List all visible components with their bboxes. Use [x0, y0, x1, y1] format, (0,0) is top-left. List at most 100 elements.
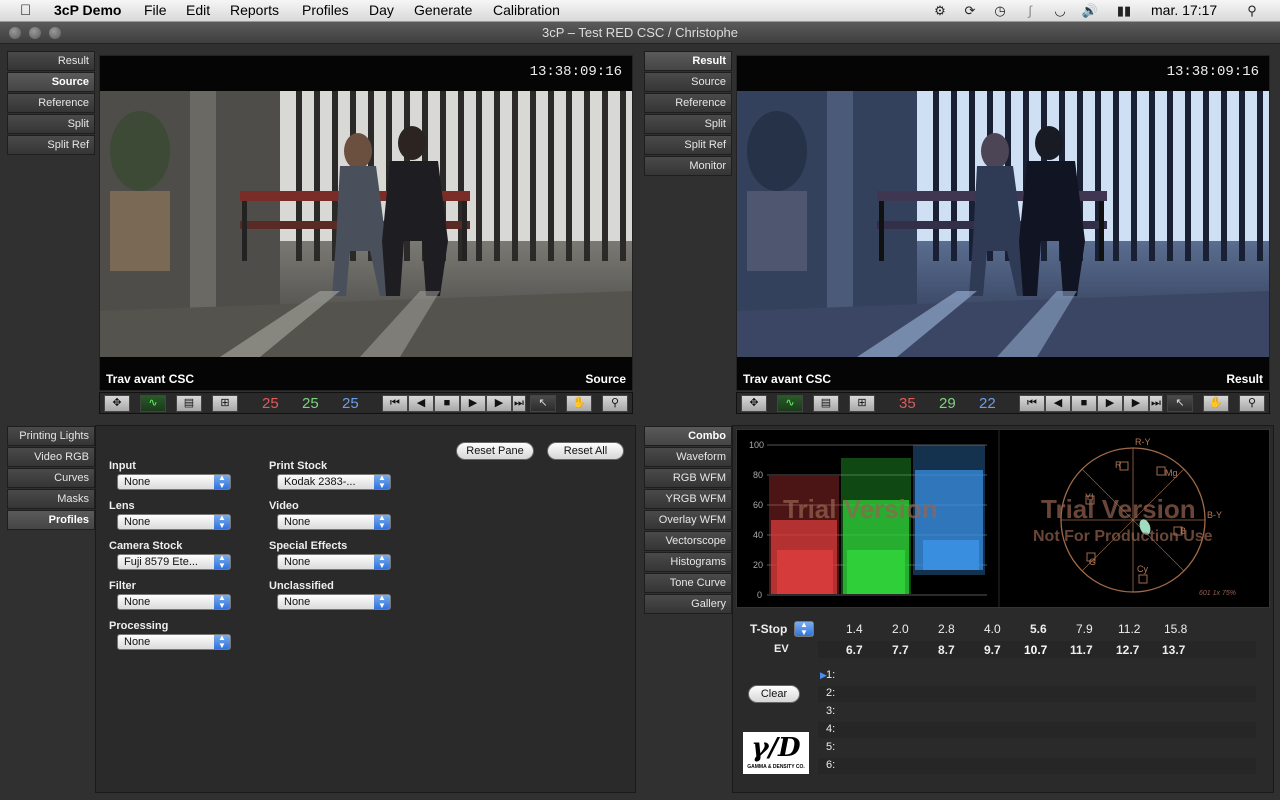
step-forward-icon[interactable]: ▶: [486, 395, 512, 412]
video-select[interactable]: None ▲ ▼: [277, 514, 391, 530]
scope-tab-gallery[interactable]: Gallery: [644, 594, 732, 614]
close-window-button[interactable]: [9, 27, 21, 39]
tstop-select[interactable]: ▲ ▼: [794, 621, 814, 637]
scope-tab-combo[interactable]: Combo: [644, 426, 732, 446]
menu-app-name[interactable]: 3cP Demo: [54, 2, 121, 18]
input-select[interactable]: None ▲ ▼: [117, 474, 231, 490]
scope-tab-rgb-wfm[interactable]: RGB WFM: [644, 468, 732, 488]
history-row[interactable]: 3:: [818, 704, 1256, 720]
scope-tab-waveform[interactable]: Waveform: [644, 447, 732, 467]
history-row-label: 1:: [826, 669, 836, 681]
step-back-icon[interactable]: ◀: [408, 395, 434, 412]
left-view-reference-button[interactable]: Reference: [7, 93, 95, 113]
waveform-toggle-icon[interactable]: ∿: [140, 395, 166, 412]
tab-profiles[interactable]: Profiles: [7, 510, 95, 530]
menu-reports[interactable]: Reports: [230, 2, 279, 18]
right-view-split-button[interactable]: Split: [644, 114, 732, 134]
waveform-toggle-icon[interactable]: ∿: [777, 395, 803, 412]
select-arrows-icon: ▲ ▼: [374, 475, 390, 489]
left-viewer[interactable]: 13:38:09:16 Trav avant CSC Source: [99, 55, 633, 391]
pointer-tool-icon[interactable]: ↖: [530, 395, 556, 412]
play-icon[interactable]: ▶: [460, 395, 486, 412]
time-machine-icon[interactable]: ◷: [991, 3, 1009, 19]
right-viewer[interactable]: 13:38:09:16 Trav avant CSC Result: [736, 55, 1270, 391]
processing-select[interactable]: None ▲ ▼: [117, 634, 231, 650]
camera-stock-select[interactable]: Fuji 8579 Ete... ▲ ▼: [117, 554, 231, 570]
scope-tab-histograms[interactable]: Histograms: [644, 552, 732, 572]
spotlight-search-icon[interactable]: ⚲: [1243, 3, 1261, 19]
status-menu-icon[interactable]: ⚙: [931, 3, 949, 19]
special-effects-select[interactable]: None ▲ ▼: [277, 554, 391, 570]
right-view-monitor-button[interactable]: Monitor: [644, 156, 732, 176]
volume-icon[interactable]: 🔊: [1081, 3, 1099, 19]
print-stock-select-value: Kodak 2383-...: [284, 476, 356, 488]
menu-calibration[interactable]: Calibration: [493, 2, 560, 18]
wfm-tick-100: 100: [749, 440, 764, 450]
apple-menu-icon[interactable]: : [20, 2, 31, 19]
tab-curves[interactable]: Curves: [7, 468, 95, 488]
battery-icon[interactable]: ▮▮: [1112, 3, 1136, 19]
play-icon[interactable]: ▶: [1097, 395, 1123, 412]
menu-profiles[interactable]: Profiles: [302, 2, 349, 18]
go-to-end-icon[interactable]: ⏭: [512, 395, 526, 412]
step-back-icon[interactable]: ◀: [1045, 395, 1071, 412]
go-to-start-icon[interactable]: ⏮: [1019, 395, 1045, 412]
history-row[interactable]: 5:: [818, 740, 1256, 756]
hand-tool-icon[interactable]: ✋: [1203, 395, 1229, 412]
history-row[interactable]: 1:: [818, 668, 1256, 684]
stop-icon[interactable]: ■: [1071, 395, 1097, 412]
menu-file[interactable]: File: [144, 2, 167, 18]
minimize-window-button[interactable]: [29, 27, 41, 39]
bluetooth-icon[interactable]: ∫: [1021, 3, 1039, 19]
scope-tab-tone-curve[interactable]: Tone Curve: [644, 573, 732, 593]
crosshair-tool-icon[interactable]: ✥: [741, 395, 767, 412]
print-stock-select[interactable]: Kodak 2383-... ▲ ▼: [277, 474, 391, 490]
hand-tool-icon[interactable]: ✋: [566, 395, 592, 412]
zoom-window-button[interactable]: [49, 27, 61, 39]
camera-stock-label: Camera Stock: [109, 540, 183, 552]
pointer-tool-icon[interactable]: ↖: [1167, 395, 1193, 412]
sync-icon[interactable]: ⟳: [961, 3, 979, 19]
reset-pane-button[interactable]: Reset Pane: [456, 442, 534, 460]
step-forward-icon[interactable]: ▶: [1123, 395, 1149, 412]
filter-select[interactable]: None ▲ ▼: [117, 594, 231, 610]
scope-tab-overlay-wfm[interactable]: Overlay WFM: [644, 510, 732, 530]
safe-area-icon[interactable]: ⊞: [849, 395, 875, 412]
menu-day[interactable]: Day: [369, 2, 394, 18]
lens-select[interactable]: None ▲ ▼: [117, 514, 231, 530]
unclassified-select[interactable]: None ▲ ▼: [277, 594, 391, 610]
menu-generate[interactable]: Generate: [414, 2, 472, 18]
left-view-split-button[interactable]: Split: [7, 114, 95, 134]
menu-clock[interactable]: mar. 17:17: [1151, 2, 1217, 18]
reset-all-button[interactable]: Reset All: [547, 442, 624, 460]
history-row[interactable]: 2:: [818, 686, 1256, 702]
tstop-value: 7.9: [1076, 622, 1093, 636]
scope-tab-yrgb-wfm[interactable]: YRGB WFM: [644, 489, 732, 509]
film-frame-icon[interactable]: ▤: [813, 395, 839, 412]
go-to-start-icon[interactable]: ⏮: [382, 395, 408, 412]
safe-area-icon[interactable]: ⊞: [212, 395, 238, 412]
clear-history-button[interactable]: Clear: [748, 685, 800, 703]
zoom-tool-icon[interactable]: ⚲: [602, 395, 628, 412]
tab-printing-lights[interactable]: Printing Lights: [7, 426, 95, 446]
right-view-split-ref-button[interactable]: Split Ref: [644, 135, 732, 155]
history-row[interactable]: 6:: [818, 758, 1256, 774]
film-frame-icon[interactable]: ▤: [176, 395, 202, 412]
tab-masks[interactable]: Masks: [7, 489, 95, 509]
history-row[interactable]: 4:: [818, 722, 1256, 738]
right-view-source-button[interactable]: Source: [644, 72, 732, 92]
stop-icon[interactable]: ■: [434, 395, 460, 412]
scope-tab-vectorscope[interactable]: Vectorscope: [644, 531, 732, 551]
left-view-source-button[interactable]: Source: [7, 72, 95, 92]
left-view-result-button[interactable]: Result: [7, 51, 95, 71]
right-view-result-button[interactable]: Result: [644, 51, 732, 71]
zoom-tool-icon[interactable]: ⚲: [1239, 395, 1265, 412]
ev-value: 6.7: [846, 643, 863, 657]
go-to-end-icon[interactable]: ⏭: [1149, 395, 1163, 412]
right-view-reference-button[interactable]: Reference: [644, 93, 732, 113]
tab-video-rgb[interactable]: Video RGB: [7, 447, 95, 467]
wifi-icon[interactable]: ◡: [1051, 3, 1069, 19]
left-view-split-ref-button[interactable]: Split Ref: [7, 135, 95, 155]
crosshair-tool-icon[interactable]: ✥: [104, 395, 130, 412]
menu-edit[interactable]: Edit: [186, 2, 210, 18]
